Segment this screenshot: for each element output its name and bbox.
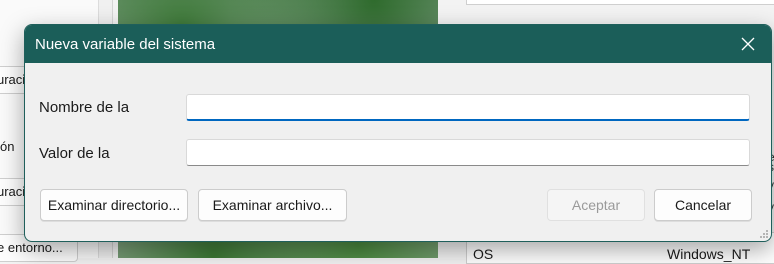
dialog-titlebar[interactable]: Nueva variable del sistema: [25, 25, 771, 63]
variable-value-label: Valor de la: [39, 145, 110, 162]
variable-value-input[interactable]: [186, 139, 750, 166]
close-icon: [741, 37, 755, 51]
cancel-button[interactable]: Cancelar: [654, 189, 752, 221]
browse-directory-button[interactable]: Examinar directorio...: [40, 189, 188, 221]
background-list-top: [466, 0, 774, 5]
variable-name-input[interactable]: [186, 94, 750, 121]
resize-grip-icon[interactable]: [759, 229, 769, 239]
dialog-title: Nueva variable del sistema: [35, 36, 216, 53]
close-button[interactable]: [725, 25, 771, 63]
list-cell-value: Windows_NT: [667, 246, 751, 262]
accept-button[interactable]: Aceptar: [547, 189, 645, 221]
variable-name-label: Nombre de la: [39, 99, 130, 116]
list-cell-name: OS: [473, 246, 494, 262]
background-label: ón: [0, 139, 15, 154]
new-system-variable-dialog: Nueva variable del sistema Nombre de la …: [24, 24, 772, 242]
browse-file-button[interactable]: Examinar archivo...: [198, 189, 347, 221]
